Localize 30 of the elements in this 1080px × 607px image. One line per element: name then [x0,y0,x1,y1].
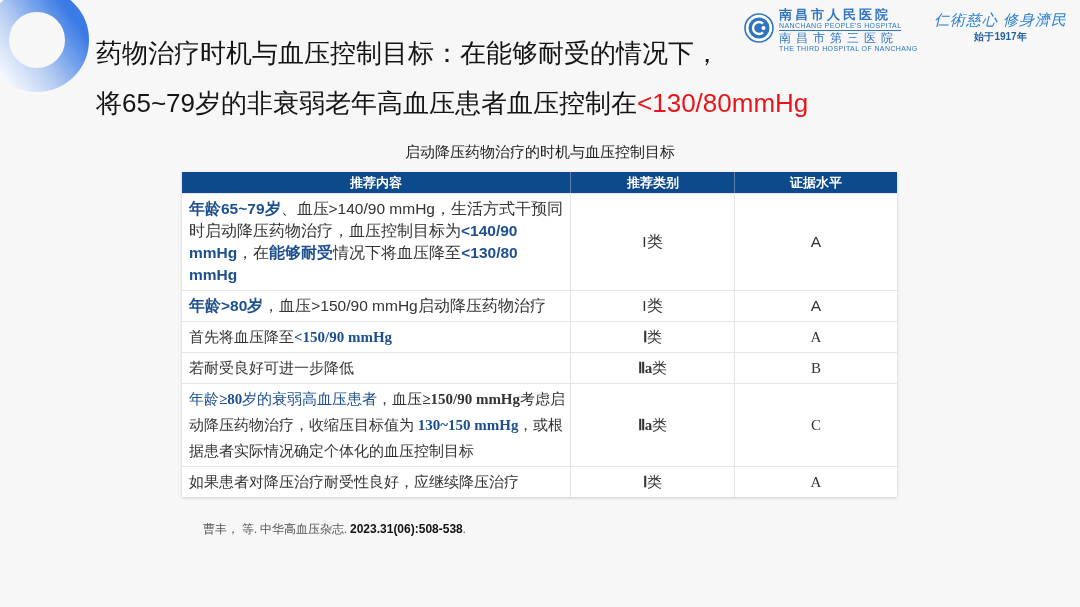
table-cell: I类 [570,290,734,321]
table-cell: A [734,290,897,321]
table-cell: C [734,383,897,466]
table-cell: Ⅱa类 [570,352,734,383]
table-cell: Ⅰ类 [570,321,734,352]
table-cell: A [734,466,897,497]
table-cell: Ⅱa类 [570,383,734,466]
table-cell: 年龄>80岁，血压>150/90 mmHg启动降压药物治疗 [182,290,570,321]
emblem-icon [744,13,774,43]
hospital-name: 南昌市人民医院 [779,8,891,22]
slide-title-line: 将65~79岁的非衰弱老年高血压患者血压控制在<130/80mmHg [96,87,809,120]
table-cell: 年龄≥80岁的衰弱高血压患者，血压≥150/90 mmHg考虑启动降压药物治疗，收缩压目标值为 130~150 mmHg，或根据患者实际情况确定个体化的血压控制目标 [182,383,570,466]
table-cell: 若耐受良好可进一步降低 [182,352,570,383]
column-header: 推荐内容 [182,172,570,193]
table-cell: 年龄65~79岁、血压>140/90 mmHg，生活方式干预同时启动降压药物治疗，血压控制目标为<140/90 mmHg，在能够耐受情况下将血压降至<130/80 mmHg [182,193,570,290]
founded-year: 始于1917年 [974,30,1027,43]
column-header: 推荐类别 [570,172,734,193]
table-cell: 如果患者对降压治疗耐受性良好，应继续降压治疗 [182,466,570,497]
table-cell: I类 [570,193,734,290]
hospital-alt-name: 南昌市第三医院 [779,32,898,45]
table-cell: A [734,321,897,352]
table-cell: B [734,352,897,383]
table-cell: Ⅰ类 [570,466,734,497]
motto-text: 仁術慈心 修身濟民 [933,10,1068,30]
slide-title-line: 药物治疗时机与血压控制目标：在能够耐受的情况下， [96,37,720,70]
column-header: 证据水平 [734,172,897,193]
table-cell: 首先将血压降至<150/90 mmHg [182,321,570,352]
table-cell: A [734,193,897,290]
citation-text: 曹丰， 等. 中华高血压杂志. 2023.31(06):508-538. [203,521,466,537]
table-caption: 启动降压药物治疗的时机与血压控制目标 [405,143,675,162]
